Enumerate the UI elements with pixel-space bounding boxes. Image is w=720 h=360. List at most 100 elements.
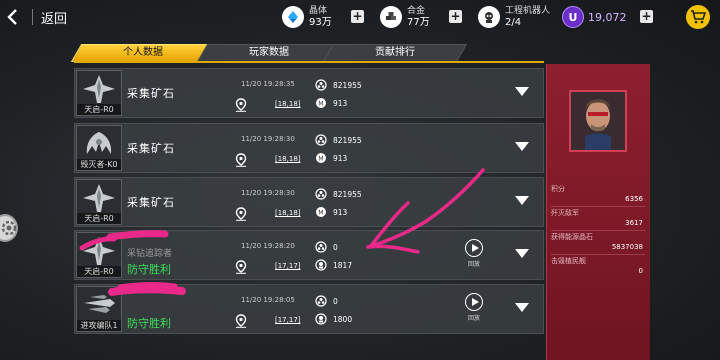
location-pin-icon [235, 153, 247, 167]
ship-avatar: 天启-R0 [76, 179, 122, 225]
location-pin-icon [235, 314, 247, 328]
score-stat: M 913 [315, 97, 347, 109]
tab-contribution-ranking[interactable]: 贡献排行 [322, 44, 468, 62]
battle-result: 防守胜利 [127, 263, 171, 276]
svg-text:M: M [318, 155, 323, 162]
battle-result: 防守胜利 [127, 317, 171, 330]
expand-button[interactable] [515, 87, 529, 96]
robot-resource: 工程机器人 2/4 [478, 4, 550, 30]
ore-value: 821955 [333, 189, 362, 199]
play-icon [465, 293, 483, 311]
score-stat: 1817 [315, 259, 352, 271]
coordinate-link[interactable]: [18,18] [275, 209, 301, 217]
coordinate-link[interactable]: [18,18] [275, 100, 301, 108]
coordinate-link[interactable]: [17,17] [275, 262, 301, 270]
back-label: 返回 [41, 11, 68, 27]
score-value: 1800 [333, 314, 353, 324]
top-bar: 返回 晶体 93万 + 合金 77万 + 工程机器人 2/4 U 19,072 … [0, 0, 720, 34]
svg-text:M: M [318, 100, 323, 107]
commander-avatar [571, 92, 625, 150]
player-stats-panel: 积分 6356 歼灭敌军 3617 获得能源晶石 5837038 击毁植民舰 0 [546, 64, 650, 360]
score-value: 913 [333, 207, 348, 217]
shopping-cart-button[interactable] [686, 5, 710, 29]
floating-menu-button[interactable] [0, 214, 18, 242]
location-pin-icon [235, 260, 247, 274]
ore-stat: 821955 [315, 134, 362, 146]
ore-icon [315, 241, 327, 253]
divider [551, 230, 645, 231]
ship-icon [86, 132, 112, 154]
event-time: 11/20 19:28:05 [241, 296, 295, 304]
score-value: 913 [333, 153, 348, 163]
list-item[interactable]: 天启-R0 采集矿石 11/20 19:28:35 [18,18] 821955… [74, 68, 544, 118]
add-crystal-button[interactable]: + [351, 10, 364, 23]
list-item[interactable]: 毁灭者-K0 采集矿石 11/20 19:28:30 [18,18] 82195… [74, 123, 544, 173]
robot-stat-icon [315, 313, 327, 325]
ship-name: 天启-R0 [77, 213, 121, 224]
event-time: 11/20 19:28:20 [241, 242, 295, 250]
stat-kills: 歼灭敌军 [551, 209, 579, 217]
ship-icon [83, 75, 115, 103]
svg-text:M: M [318, 209, 323, 216]
list-item[interactable]: 天启-R0 采钻追踪者 防守胜利 11/20 19:28:20 [17,17] … [74, 230, 544, 280]
ship-avatar: 天启-R0 [76, 70, 122, 116]
alloy-value: 77万 [407, 17, 430, 28]
chevron-left-icon [7, 9, 17, 25]
commander-portrait[interactable] [569, 90, 627, 152]
back-button[interactable]: 返回 [6, 6, 78, 28]
ore-stat: 821955 [315, 79, 362, 91]
crystal-icon [282, 6, 304, 28]
crystal-resource: 晶体 93万 [282, 4, 332, 30]
event-title: 采集矿石 [127, 196, 175, 209]
ship-icon [83, 184, 115, 212]
score-stat: M 913 [315, 152, 347, 164]
gear-icon [1, 220, 17, 236]
tab-personal-data[interactable]: 个人数据 [70, 44, 216, 62]
coordinate-link[interactable]: [18,18] [275, 155, 301, 163]
score-stat: M 913 [315, 206, 347, 218]
expand-button[interactable] [515, 196, 529, 205]
robot-value: 2/4 [505, 17, 522, 28]
ore-icon [315, 188, 327, 200]
event-time: 11/20 19:28:35 [241, 80, 295, 88]
event-time: 11/20 19:28:30 [241, 189, 295, 197]
replay-button[interactable]: 回放 [463, 293, 485, 327]
ship-name: 天启-R0 [77, 266, 121, 277]
coordinate-link[interactable]: [17,17] [275, 316, 301, 324]
ore-stat: 0 [315, 241, 338, 253]
add-alloy-button[interactable]: + [449, 10, 462, 23]
play-icon [465, 239, 483, 257]
crystal-name: 晶体 [309, 6, 328, 16]
event-title: 采集矿石 [127, 142, 175, 155]
expand-button[interactable] [515, 249, 529, 258]
tab-player-data[interactable]: 玩家数据 [196, 44, 342, 62]
ore-stat: 821955 [315, 188, 362, 200]
location-pin-icon [235, 98, 247, 112]
ship-name: 毁灭者-K0 [77, 159, 121, 170]
ore-value: 821955 [333, 135, 362, 145]
alloy-name: 合金 [407, 6, 426, 16]
location-pin-icon [235, 207, 247, 221]
ore-stat: 0 [315, 295, 338, 307]
replay-label: 回放 [467, 315, 480, 322]
expand-button[interactable] [515, 142, 529, 151]
stat-points: 积分 [551, 185, 565, 193]
list-item[interactable]: 进攻编队1 防守胜利 11/20 19:28:05 [17,17] 0 1800… [74, 284, 544, 334]
add-premium-button[interactable]: + [640, 10, 653, 23]
event-time: 11/20 19:28:30 [241, 135, 295, 143]
score-icon: M [316, 98, 326, 108]
list-item[interactable]: 天启-R0 采集矿石 11/20 19:28:30 [18,18] 821955… [74, 177, 544, 227]
score-value: 1817 [333, 260, 353, 270]
stat-crystals: 获得能源晶石 [551, 233, 593, 241]
ore-icon [315, 79, 327, 91]
expand-button[interactable] [515, 303, 529, 312]
tab-bar: 个人数据 玩家数据 贡献排行 [70, 44, 468, 62]
ship-name: 天启-R0 [77, 104, 121, 115]
crystal-value: 93万 [309, 17, 332, 28]
alloy-icon [380, 6, 402, 28]
ship-avatar: 天启-R0 [76, 232, 122, 278]
robot-stat-icon [315, 259, 327, 271]
ore-value: 0 [333, 296, 338, 306]
replay-button[interactable]: 回放 [463, 239, 485, 273]
opponent-name: 采钻追踪者 [127, 249, 173, 259]
